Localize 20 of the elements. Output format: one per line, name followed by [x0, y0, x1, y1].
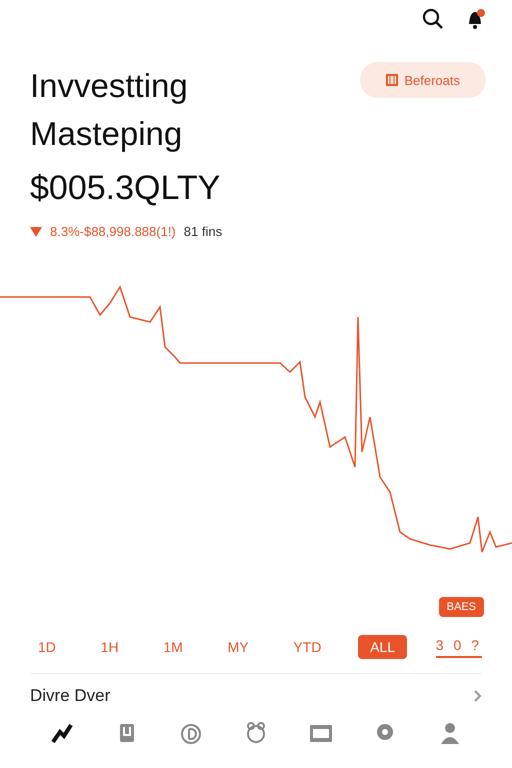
bell-icon[interactable]	[466, 8, 486, 30]
price-value: $005.3QLTY	[30, 168, 220, 209]
row-label[interactable]: Divre Dver	[30, 686, 110, 706]
change-value: 8.3%-$88,998.888(1!)	[50, 224, 176, 239]
range-link[interactable]: 3 0 ?	[436, 636, 482, 658]
page-title: Invvestting	[30, 66, 189, 106]
range-tab[interactable]: 1D	[30, 635, 64, 659]
range-tab[interactable]: MY	[220, 635, 257, 659]
grid-icon	[386, 74, 398, 86]
filter-pill[interactable]: Beferoats	[360, 62, 486, 98]
change-period: 81 fins	[184, 224, 222, 239]
range-tab[interactable]: ALL	[358, 635, 408, 659]
range-tab[interactable]: 1M	[155, 635, 191, 659]
range-tab[interactable]: YTD	[285, 635, 330, 659]
range-tab[interactable]: 1H	[92, 635, 127, 659]
down-triangle-icon	[30, 226, 42, 236]
page-title: Masteping	[30, 114, 184, 154]
search-icon[interactable]	[422, 8, 444, 30]
chart-badge: BAES	[438, 597, 484, 617]
chevron-right-icon[interactable]	[474, 690, 482, 702]
